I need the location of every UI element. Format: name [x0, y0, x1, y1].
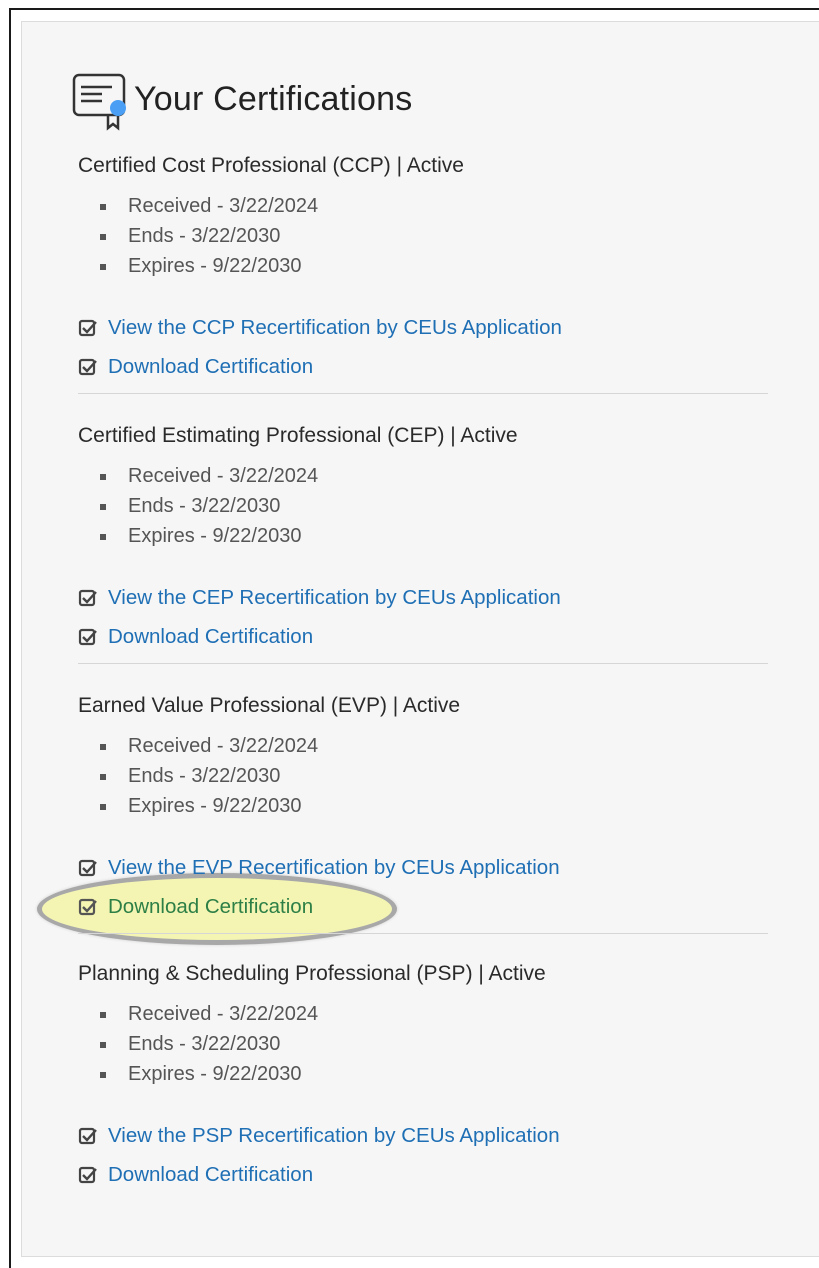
recertification-link[interactable]: View the CEP Recertification by CEUs App… — [78, 583, 768, 613]
bullet-icon — [100, 504, 106, 510]
received-date: Received - 3/22/2024 — [128, 195, 319, 217]
end-date: Ends - 3/22/2030 — [128, 1033, 281, 1055]
certification-dates: Received - 3/22/2024 Ends - 3/22/2030 Ex… — [78, 731, 768, 821]
bullet-icon — [100, 804, 106, 810]
certification-title: Certified Cost Professional (CCP) | Acti… — [78, 154, 464, 177]
list-item: Ends - 3/22/2030 — [78, 491, 768, 521]
end-date: Ends - 3/22/2030 — [128, 225, 281, 247]
certification-cep: Certified Estimating Professional (CEP) … — [78, 421, 768, 661]
bullet-icon — [100, 534, 106, 540]
certification-psp: Planning & Scheduling Professional (PSP)… — [78, 959, 768, 1199]
recertification-link[interactable]: View the PSP Recertification by CEUs App… — [78, 1121, 768, 1151]
list-item: Received - 3/22/2024 — [78, 999, 768, 1029]
certification-title: Certified Estimating Professional (CEP) … — [78, 424, 518, 447]
certification-title: Planning & Scheduling Professional (PSP)… — [78, 962, 546, 985]
bullet-icon — [100, 1012, 106, 1018]
list-item: Received - 3/22/2024 — [78, 731, 768, 761]
divider — [78, 393, 768, 394]
download-certification-link[interactable]: Download Certification — [78, 1160, 768, 1190]
list-item: Received - 3/22/2024 — [78, 461, 768, 491]
divider — [78, 933, 768, 934]
bullet-icon — [100, 1072, 106, 1078]
certification-dates: Received - 3/22/2024 Ends - 3/22/2030 Ex… — [78, 461, 768, 551]
certification-dates: Received - 3/22/2024 Ends - 3/22/2030 Ex… — [78, 999, 768, 1089]
recertification-link-label[interactable]: View the CCP Recertification by CEUs App… — [108, 316, 562, 340]
certification-links: View the CCP Recertification by CEUs App… — [78, 313, 768, 382]
download-certification-link[interactable]: Download Certification — [78, 622, 768, 652]
list-item: Ends - 3/22/2030 — [78, 221, 768, 251]
end-date: Ends - 3/22/2030 — [128, 495, 281, 517]
page-title: Your Certifications — [134, 79, 413, 118]
certification-dates: Received - 3/22/2024 Ends - 3/22/2030 Ex… — [78, 191, 768, 281]
list-item: Expires - 9/22/2030 — [78, 251, 768, 281]
check-square-icon — [78, 358, 97, 376]
certificate-icon — [72, 73, 126, 131]
certification-title: Earned Value Professional (EVP) | Active — [78, 694, 461, 717]
list-item: Expires - 9/22/2030 — [78, 791, 768, 821]
end-date: Ends - 3/22/2030 — [128, 765, 281, 787]
bullet-icon — [100, 774, 106, 780]
certification-links: View the PSP Recertification by CEUs App… — [78, 1121, 768, 1190]
certification-links: View the EVP Recertification by CEUs App… — [78, 853, 768, 922]
expiry-date: Expires - 9/22/2030 — [128, 525, 302, 547]
page-heading: Your Certifications — [72, 72, 412, 132]
list-item: Received - 3/22/2024 — [78, 191, 768, 221]
bullet-icon — [100, 204, 106, 210]
recertification-link-label[interactable]: View the CEP Recertification by CEUs App… — [108, 586, 561, 610]
bullet-icon — [100, 744, 106, 750]
recertification-link[interactable]: View the CCP Recertification by CEUs App… — [78, 313, 768, 343]
bullet-icon — [100, 234, 106, 240]
check-square-icon — [78, 1166, 97, 1184]
list-item: Expires - 9/22/2030 — [78, 1059, 768, 1089]
bullet-icon — [100, 474, 106, 480]
expiry-date: Expires - 9/22/2030 — [128, 255, 302, 277]
received-date: Received - 3/22/2024 — [128, 1003, 319, 1025]
download-link-label[interactable]: Download Certification — [108, 895, 313, 919]
check-square-icon — [78, 628, 97, 646]
download-link-label[interactable]: Download Certification — [108, 355, 313, 379]
certification-ccp: Certified Cost Professional (CCP) | Acti… — [78, 151, 768, 391]
divider — [78, 663, 768, 664]
check-square-icon — [78, 898, 97, 916]
certification-links: View the CEP Recertification by CEUs App… — [78, 583, 768, 652]
list-item: Expires - 9/22/2030 — [78, 521, 768, 551]
download-link-label[interactable]: Download Certification — [108, 1163, 313, 1187]
expiry-date: Expires - 9/22/2030 — [128, 1063, 302, 1085]
expiry-date: Expires - 9/22/2030 — [128, 795, 302, 817]
list-item: Ends - 3/22/2030 — [78, 761, 768, 791]
recertification-link-label[interactable]: View the PSP Recertification by CEUs App… — [108, 1124, 560, 1148]
download-link-label[interactable]: Download Certification — [108, 625, 313, 649]
list-item: Ends - 3/22/2030 — [78, 1029, 768, 1059]
bullet-icon — [100, 264, 106, 270]
check-square-icon — [78, 859, 97, 877]
check-square-icon — [78, 589, 97, 607]
recertification-link[interactable]: View the EVP Recertification by CEUs App… — [78, 853, 768, 883]
bullet-icon — [100, 1042, 106, 1048]
check-square-icon — [78, 1127, 97, 1145]
check-square-icon — [78, 319, 97, 337]
certification-evp: Earned Value Professional (EVP) | Active… — [78, 691, 768, 931]
download-certification-link[interactable]: Download Certification — [78, 892, 768, 922]
recertification-link-label[interactable]: View the EVP Recertification by CEUs App… — [108, 856, 560, 880]
download-certification-link[interactable]: Download Certification — [78, 352, 768, 382]
received-date: Received - 3/22/2024 — [128, 465, 319, 487]
received-date: Received - 3/22/2024 — [128, 735, 319, 757]
